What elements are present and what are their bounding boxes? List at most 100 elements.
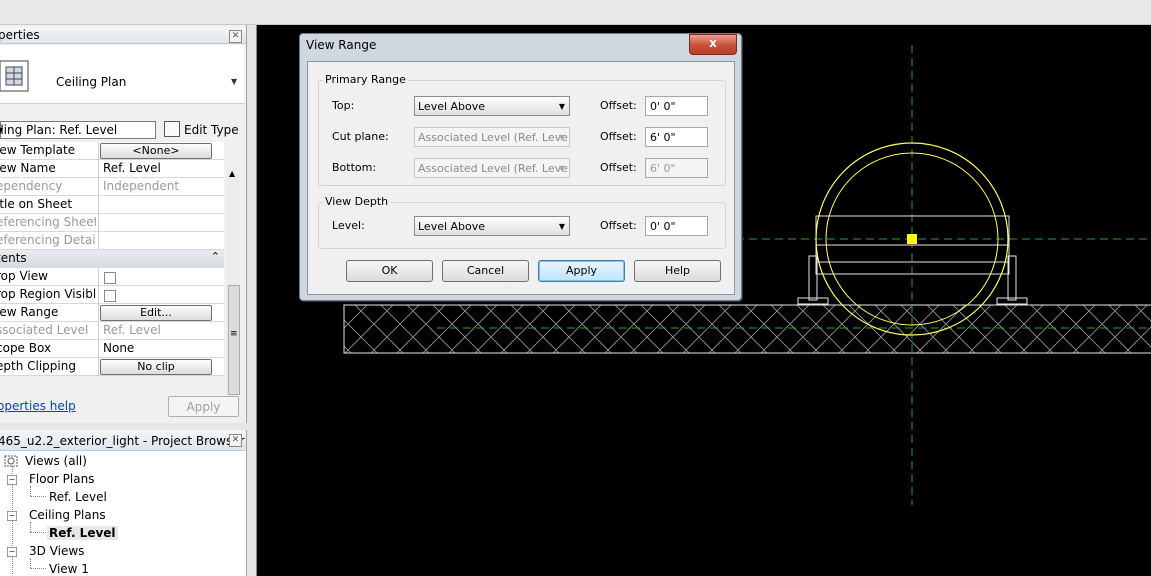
properties-title: perties [0,28,40,42]
bottom-offset-value: 6' 0" [650,162,676,175]
properties-apply-button[interactable]: Apply [168,396,239,417]
prop-key: iew Name [0,161,56,175]
prop-row-depth-clipping[interactable]: epth Clipping No clip [0,358,224,376]
chevron-down-icon: ▼ [558,222,565,231]
prop-key: rop View [0,269,48,283]
prop-key: cope Box [0,341,52,355]
slab-hatch [343,304,1151,354]
prop-row-referencing-detail: eferencing Detail [0,232,224,250]
view-depth-label: View Depth [323,195,391,208]
view-template-button[interactable]: <None> [100,143,212,159]
type-name: Ceiling Plan [56,75,127,89]
level-offset-input[interactable]: 0' 0" [645,216,708,236]
top-strip [0,0,1151,25]
chevron-down-icon[interactable]: ▼ [231,77,237,86]
associated-level-value: Ref. Level [103,323,161,337]
properties-scrollbar[interactable]: ▲ ≡ ▼ [226,167,240,415]
ok-button[interactable]: OK [346,260,433,282]
edit-type-button[interactable]: Edit Type [164,121,239,137]
prop-row-referencing-sheet: eferencing Sheet [0,214,224,232]
prop-row-scope-box[interactable]: cope Box None [0,340,224,358]
chevron-down-icon: ▼ [558,102,565,111]
scope-box-value[interactable]: None [103,341,134,355]
dialog-title: View Range [306,38,377,52]
collapse-toggle-icon[interactable]: − [7,511,17,521]
chevron-down-icon: ▼ [558,164,565,173]
prop-row-crop-view[interactable]: rop View [0,268,224,286]
dialog-close-button[interactable]: x [689,34,737,55]
collapse-toggle-icon[interactable]: − [7,475,17,485]
prop-group-extents[interactable]: tents ⌃ [0,250,224,269]
prop-key: ependency [0,179,63,193]
crop-view-checkbox[interactable] [104,272,116,284]
view-depth-level-select[interactable]: Level Above ▼ [414,216,570,236]
scrollbar-thumb[interactable] [228,285,240,395]
prop-key: rop Region Visible [0,287,96,301]
level-offset-label: Offset: [600,219,637,232]
tree-node-views[interactable]: Views (all) [25,454,87,468]
base-plate-right [996,297,1028,305]
tree-node-floor-ref-level[interactable]: Ref. Level [49,490,107,504]
top-label: Top: [332,99,355,112]
depth-clipping-button[interactable]: No clip [100,359,212,375]
prop-row-associated-level: ssociated Level Ref. Level [0,322,224,340]
bottom-level-value: Associated Level (Ref. Leve [418,162,568,175]
cut-plane-select: Associated Level (Ref. Leve ▼ [414,127,570,147]
primary-range-label: Primary Range [323,73,408,86]
tree-node-ceiling-plans[interactable]: Ceiling Plans [29,508,106,522]
scroll-up-icon[interactable]: ▲ [229,169,235,178]
project-browser-title: 465_u2.2_exterior_light - Project Browse… [0,434,245,448]
prop-key: eferencing Detail [0,233,96,247]
prop-row-view-template[interactable]: iew Template <None> [0,142,224,160]
apply-button[interactable]: Apply [538,260,625,282]
view-depth-level-value: Level Above [418,220,486,233]
base-plate-left [797,297,829,305]
view-range-dialog: View Range x Primary Range Top: Level Ab… [299,33,742,301]
tree-node-ceiling-ref-level[interactable]: Ref. Level [47,526,118,540]
close-icon[interactable]: ✕ [229,434,242,447]
top-offset-input[interactable]: 0' 0" [645,96,708,116]
instance-selector[interactable]: iling Plan: Ref. Level ▼ [0,121,156,139]
project-browser-titlebar: 465_u2.2_exterior_light - Project Browse… [0,430,246,451]
selection-grip [907,234,917,244]
prop-row-view-range[interactable]: iew Range Edit... [0,304,224,322]
chevron-down-icon: ▼ [558,133,565,142]
properties-help-link[interactable]: operties help [0,399,76,413]
ceiling-plan-icon [0,60,29,92]
view-name-field[interactable]: Ref. Level [103,161,161,175]
properties-palette: perties ✕ Ceiling Plan ▼ iling Plan: Ref… [0,25,247,423]
prop-row-view-name[interactable]: iew Name Ref. Level [0,160,224,178]
prop-row-title-on-sheet[interactable]: itle on Sheet [0,196,224,214]
top-offset-value: 0' 0" [650,100,676,113]
top-level-value: Level Above [418,100,486,113]
cut-offset-input[interactable]: 6' 0" [645,127,708,147]
top-level-select[interactable]: Level Above ▼ [414,96,570,116]
tree-node-floor-plans[interactable]: Floor Plans [29,472,94,486]
collapse-toggle-icon[interactable]: − [7,547,17,557]
level-offset-value: 0' 0" [650,220,676,233]
bottom-label: Bottom: [332,161,377,174]
cancel-button[interactable]: Cancel [442,260,529,282]
edit-type-label: Edit Type [184,123,239,137]
bottom-offset-label: Offset: [600,161,637,174]
chevron-down-icon: ▼ [0,126,4,135]
bottom-level-select: Associated Level (Ref. Leve ▼ [414,158,570,178]
tree-node-3d-views[interactable]: 3D Views [29,544,84,558]
prop-key: itle on Sheet [0,197,73,211]
close-icon[interactable]: ✕ [229,30,242,43]
edit-type-icon [164,121,180,137]
crop-region-visible-checkbox[interactable] [104,290,116,302]
collapse-icon[interactable]: ⌃ [211,250,220,263]
prop-row-crop-region-visible[interactable]: rop Region Visible [0,286,224,304]
views-icon [4,455,18,467]
project-browser: 465_u2.2_exterior_light - Project Browse… [0,430,247,576]
cut-offset-label: Offset: [600,130,637,143]
prop-row-dependency: ependency Independent [0,178,224,196]
help-button[interactable]: Help [634,260,721,282]
tree-node-view-1[interactable]: View 1 [49,562,89,576]
grip-icon: ≡ [230,329,238,339]
view-range-edit-button[interactable]: Edit... [100,305,212,321]
cut-plane-label: Cut plane: [332,130,389,143]
properties-titlebar: perties ✕ [0,27,246,44]
prop-key: ssociated Level [0,323,89,337]
